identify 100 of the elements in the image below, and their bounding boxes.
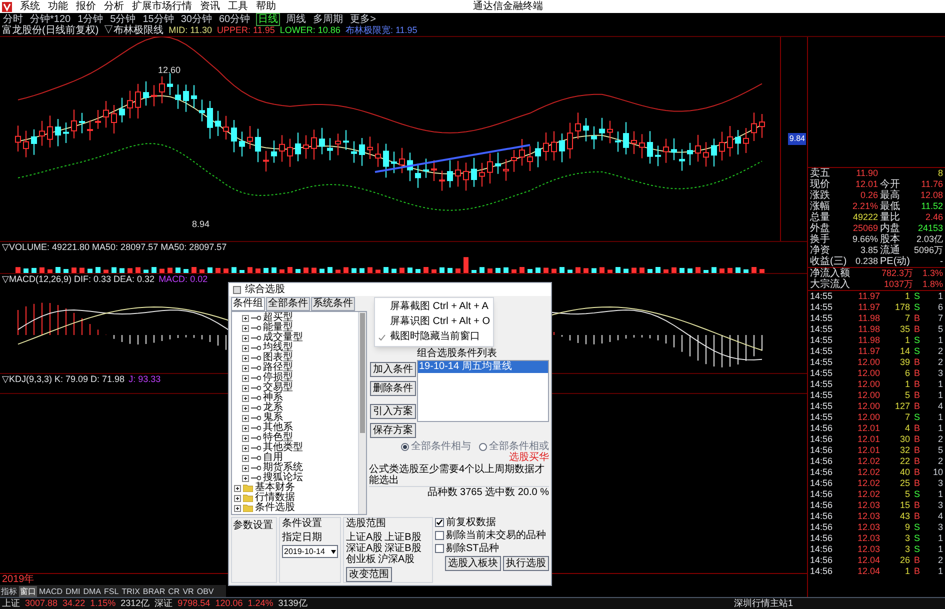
expand-icon[interactable] bbox=[242, 314, 249, 322]
dialog-button[interactable]: 保存方案 bbox=[370, 423, 416, 438]
menu-item[interactable]: 屏幕识图 Ctrl + Alt + O bbox=[375, 316, 494, 328]
tree-item[interactable]: 自用 bbox=[263, 453, 283, 463]
indicator-tab[interactable]: VR bbox=[182, 586, 195, 596]
period-tab[interactable]: 60分钟 bbox=[218, 14, 252, 24]
dialog-tab[interactable]: 系统条件 bbox=[311, 297, 355, 311]
radio-button[interactable] bbox=[401, 442, 409, 450]
radio-button[interactable] bbox=[479, 442, 487, 450]
period-tab[interactable]: 日线 bbox=[256, 12, 280, 26]
tick-time: 14:55 bbox=[810, 379, 834, 390]
tree-item[interactable]: 能量型 bbox=[263, 323, 293, 333]
tree-item[interactable]: 搜狐论坛 bbox=[263, 473, 303, 483]
expand-icon[interactable] bbox=[242, 374, 249, 382]
checkbox[interactable] bbox=[435, 531, 444, 540]
tick-time: 14:56 bbox=[810, 522, 834, 533]
tree-item[interactable]: 基本财务 bbox=[255, 483, 295, 493]
menu-item[interactable]: 资讯 bbox=[200, 0, 220, 12]
date-select[interactable]: 2019-10-14 bbox=[282, 545, 338, 558]
dialog-button[interactable]: 加入条件 bbox=[370, 362, 416, 377]
expand-icon[interactable] bbox=[242, 384, 249, 392]
menu-item[interactable]: 报价 bbox=[76, 0, 96, 12]
expand-icon[interactable] bbox=[242, 434, 249, 442]
expand-icon[interactable] bbox=[242, 444, 249, 452]
expand-icon[interactable] bbox=[242, 474, 249, 482]
kdj-title: ▽KDJ(9,3,3) K: 79.09 D: 71.98 bbox=[2, 374, 125, 386]
period-tab[interactable]: 1分钟 bbox=[76, 14, 104, 24]
action-button[interactable]: 执行选股 bbox=[503, 556, 549, 571]
tree-item[interactable]: 鬼系 bbox=[263, 413, 283, 423]
expand-icon[interactable] bbox=[234, 504, 241, 512]
tree-item[interactable]: 其他类型 bbox=[263, 443, 303, 453]
dialog-tab[interactable]: 全部条件 bbox=[266, 297, 310, 311]
indicator-tab[interactable]: DMA bbox=[82, 586, 102, 596]
tree-item[interactable]: 路径型 bbox=[263, 363, 293, 373]
indicator-tab[interactable]: FSL bbox=[103, 586, 120, 596]
period-tab[interactable]: 多周期 bbox=[312, 14, 344, 24]
menu-item[interactable]: 工具 bbox=[228, 0, 248, 12]
buy-link[interactable]: 选股买华 bbox=[509, 452, 549, 464]
dialog-button[interactable]: 引入方案 bbox=[370, 404, 416, 419]
dialog-button[interactable]: 删除条件 bbox=[370, 381, 416, 396]
tree-item[interactable]: 交易型 bbox=[263, 383, 293, 393]
expand-icon[interactable] bbox=[234, 494, 241, 502]
indicator-tab[interactable]: CR bbox=[167, 586, 181, 596]
expand-icon[interactable] bbox=[242, 394, 249, 402]
tree-item[interactable]: 图表型 bbox=[263, 353, 293, 363]
expand-icon[interactable] bbox=[242, 404, 249, 412]
expand-icon[interactable] bbox=[242, 424, 249, 432]
tree-item[interactable]: 行情数据 bbox=[255, 493, 295, 503]
tick-time: 14:56 bbox=[810, 478, 834, 489]
period-tab[interactable]: 周线 bbox=[285, 14, 308, 24]
tree-item[interactable]: 成交量型 bbox=[263, 333, 303, 343]
menu-item[interactable]: 帮助 bbox=[256, 0, 276, 12]
tree-item[interactable]: 特色型 bbox=[263, 433, 293, 443]
period-tab[interactable]: 30分钟 bbox=[180, 14, 213, 24]
period-tab[interactable]: 分时 bbox=[2, 14, 24, 24]
menu-item[interactable]: 系统 bbox=[20, 0, 40, 12]
dialog-tab[interactable]: 条件组 bbox=[231, 297, 265, 311]
tick-count: 7 bbox=[936, 313, 943, 324]
indicator-tab[interactable]: MACD bbox=[38, 586, 64, 596]
tree-item[interactable]: 其他系 bbox=[263, 423, 293, 433]
menu-item[interactable]: 分析 bbox=[104, 0, 124, 12]
indicator-tab[interactable]: OBV bbox=[196, 586, 215, 596]
expand-icon[interactable] bbox=[242, 344, 249, 352]
period-tab[interactable]: 5分钟 bbox=[109, 14, 137, 24]
expand-icon[interactable] bbox=[242, 454, 249, 462]
expand-icon[interactable] bbox=[242, 464, 249, 472]
expand-icon[interactable] bbox=[242, 354, 249, 362]
tree-item[interactable]: 条件选股 bbox=[255, 503, 295, 513]
expand-icon[interactable] bbox=[242, 324, 249, 332]
list-item[interactable]: 19-10-14 周五均量线 bbox=[418, 361, 548, 373]
menu-item[interactable]: 功能 bbox=[48, 0, 68, 12]
quote-value: 12.08 bbox=[919, 190, 943, 201]
menu-item[interactable]: 截图时隐藏当前窗口 bbox=[375, 331, 494, 343]
expand-icon[interactable] bbox=[242, 334, 249, 342]
menu-item[interactable]: 屏幕截图 Ctrl + Alt + A bbox=[375, 301, 494, 313]
status-text: 1.15% bbox=[90, 598, 116, 609]
tree-item[interactable]: 均线型 bbox=[263, 343, 293, 353]
tree-item[interactable]: 超买型 bbox=[263, 313, 293, 323]
expand-icon[interactable] bbox=[234, 484, 241, 492]
period-tab[interactable]: 15分钟 bbox=[142, 14, 175, 24]
tree-item[interactable]: 龙系 bbox=[263, 403, 283, 413]
tree-item[interactable]: 神系 bbox=[263, 393, 283, 403]
tree-item[interactable]: 期货系统 bbox=[263, 463, 303, 473]
tick-count: 2 bbox=[936, 456, 943, 467]
checkbox[interactable] bbox=[435, 544, 444, 553]
period-tab[interactable]: 更多> bbox=[349, 14, 377, 24]
indicator-tab[interactable]: 指标 bbox=[0, 586, 18, 596]
indicator-tab[interactable]: 窗口 bbox=[19, 586, 37, 596]
expand-icon[interactable] bbox=[242, 414, 249, 422]
menu-item[interactable]: 扩展市场行情 bbox=[132, 0, 192, 12]
change-range-button[interactable]: 改变范围 bbox=[346, 567, 392, 582]
indicator-tab[interactable]: BRAR bbox=[142, 586, 166, 596]
checkbox[interactable] bbox=[435, 518, 444, 527]
scrollbar[interactable] bbox=[358, 312, 366, 514]
period-tab[interactable]: 分钟*120 bbox=[29, 14, 72, 24]
action-button[interactable]: 选股入板块 bbox=[445, 556, 501, 571]
expand-icon[interactable] bbox=[242, 364, 249, 372]
tree-item[interactable]: 停损型 bbox=[263, 373, 293, 383]
indicator-tab[interactable]: DMI bbox=[64, 586, 82, 596]
indicator-tab[interactable]: TRIX bbox=[120, 586, 141, 596]
